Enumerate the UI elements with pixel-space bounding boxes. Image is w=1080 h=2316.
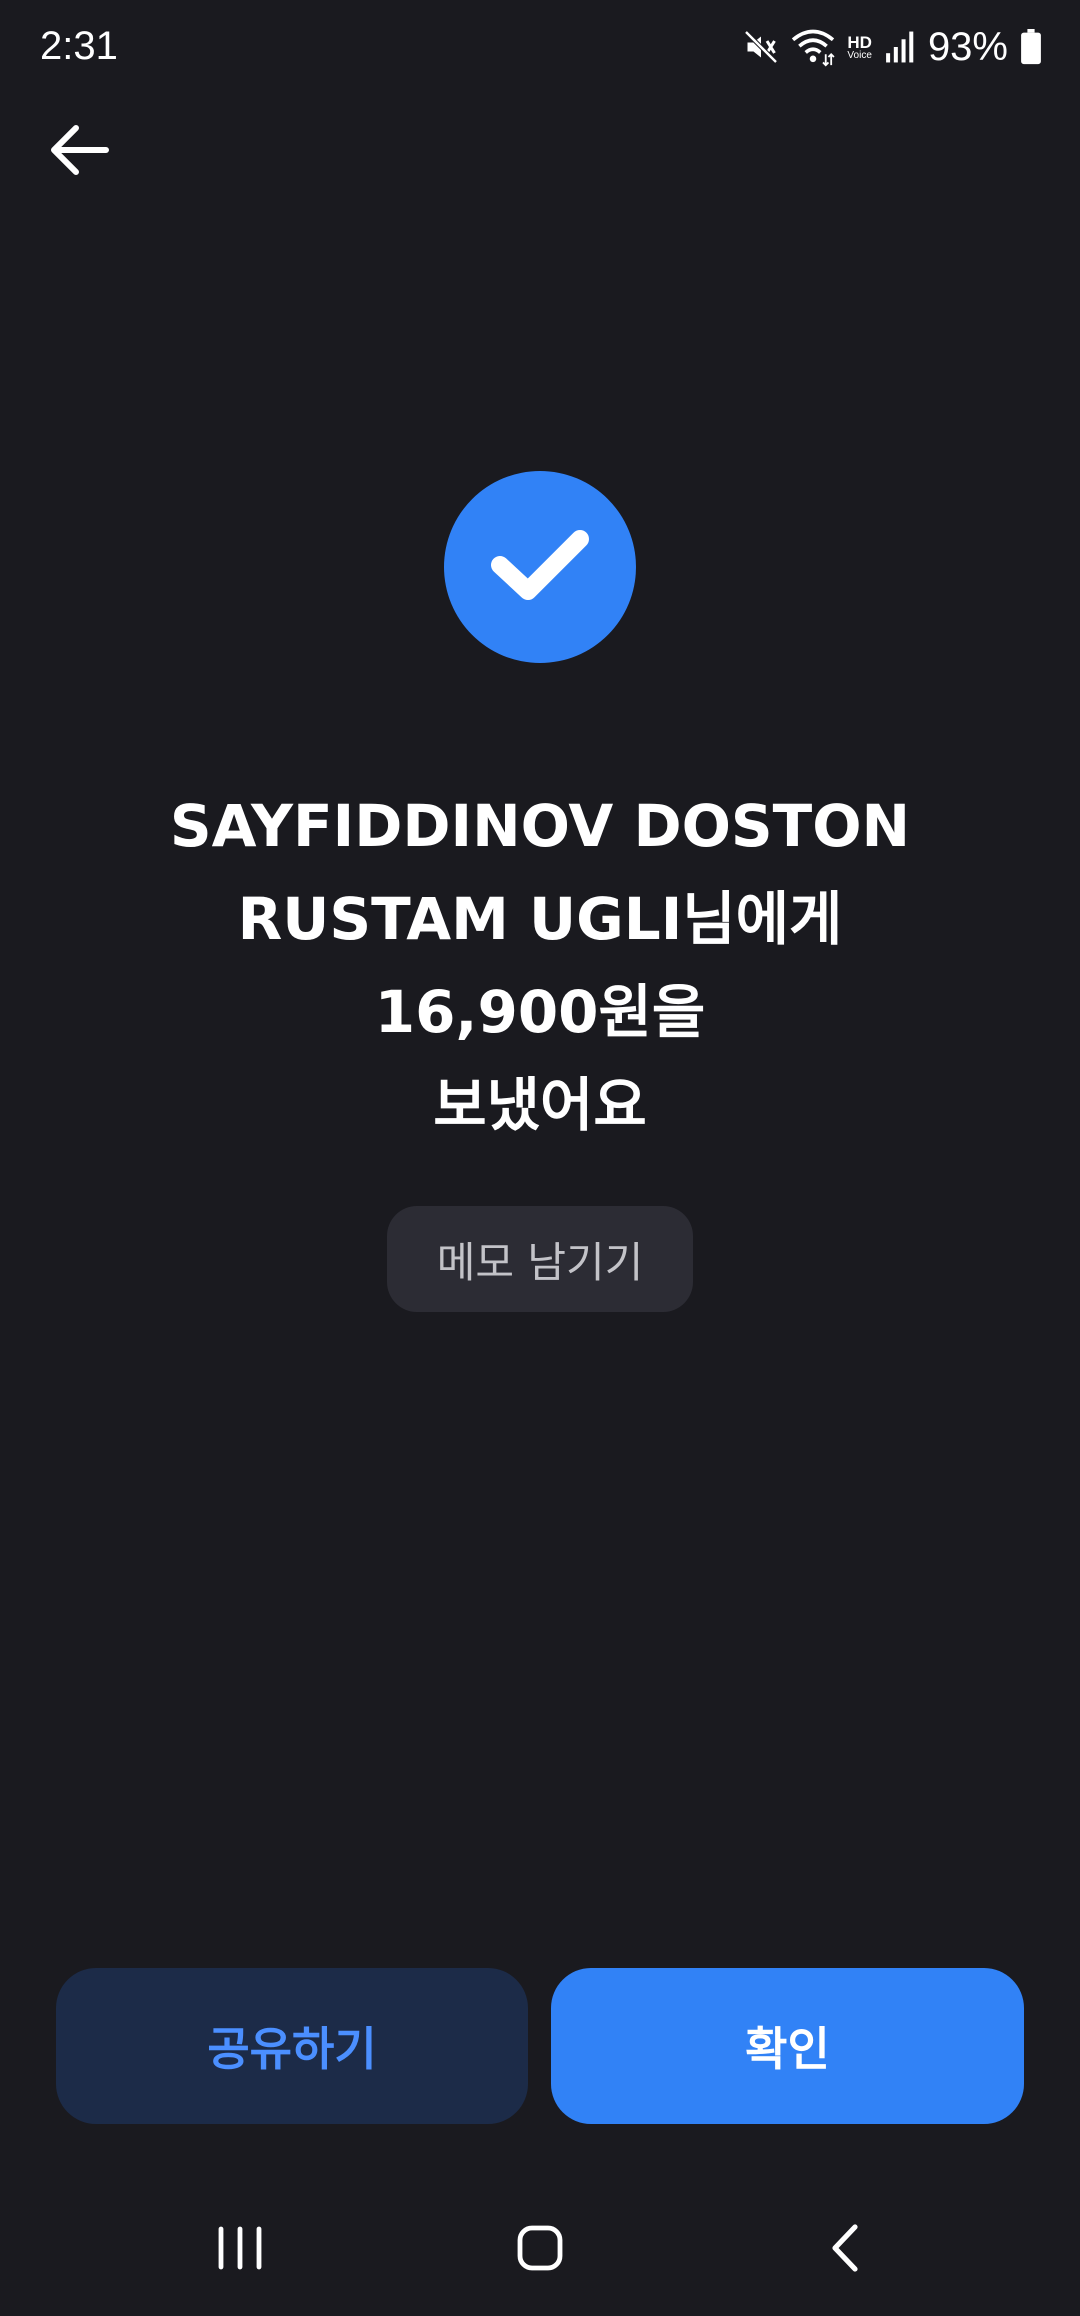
system-nav-bar <box>0 2200 1080 2316</box>
confirm-button[interactable]: 확인 <box>551 1968 1024 2124</box>
recipient-name-line2: RUSTAM UGLI님에게 <box>237 885 843 953</box>
transfer-complete-message: SAYFIDDINOV DOSTON RUSTAM UGLI님에게 16,900… <box>90 780 990 1152</box>
transfer-amount: 16,900원을 <box>374 978 706 1046</box>
home-icon <box>516 2224 564 2276</box>
nav-back-icon <box>829 2223 861 2277</box>
status-icons: HD Voice 93% <box>743 22 1042 72</box>
check-icon <box>488 527 592 607</box>
recent-apps-icon <box>215 2225 265 2275</box>
hd-voice-icon: HD Voice <box>847 34 872 61</box>
arrow-left-icon <box>50 124 110 180</box>
battery-icon <box>1020 29 1042 65</box>
hd-label: HD <box>847 32 872 52</box>
back-button[interactable] <box>40 112 120 192</box>
status-time: 2:31 <box>40 24 118 68</box>
voice-label: Voice <box>847 49 872 61</box>
transfer-complete-screen: 2:31 HD Voice 93% SAYFIDDINOV DOSTON RUS… <box>0 0 1080 2316</box>
success-check-badge <box>444 471 636 663</box>
recipient-name-line1: SAYFIDDINOV DOSTON <box>169 792 911 860</box>
share-button[interactable]: 공유하기 <box>56 1968 528 2124</box>
sent-text: 보냈어요 <box>433 1071 647 1139</box>
wifi-icon <box>791 27 835 67</box>
mute-icon <box>743 29 779 65</box>
recent-apps-button[interactable] <box>180 2200 300 2300</box>
home-button[interactable] <box>480 2200 600 2300</box>
leave-memo-button[interactable]: 메모 남기기 <box>387 1206 693 1312</box>
nav-back-button[interactable] <box>785 2200 905 2300</box>
status-bar: 2:31 HD Voice 93% <box>0 0 1080 92</box>
signal-icon <box>884 30 916 64</box>
battery-percent: 93% <box>927 25 1008 69</box>
